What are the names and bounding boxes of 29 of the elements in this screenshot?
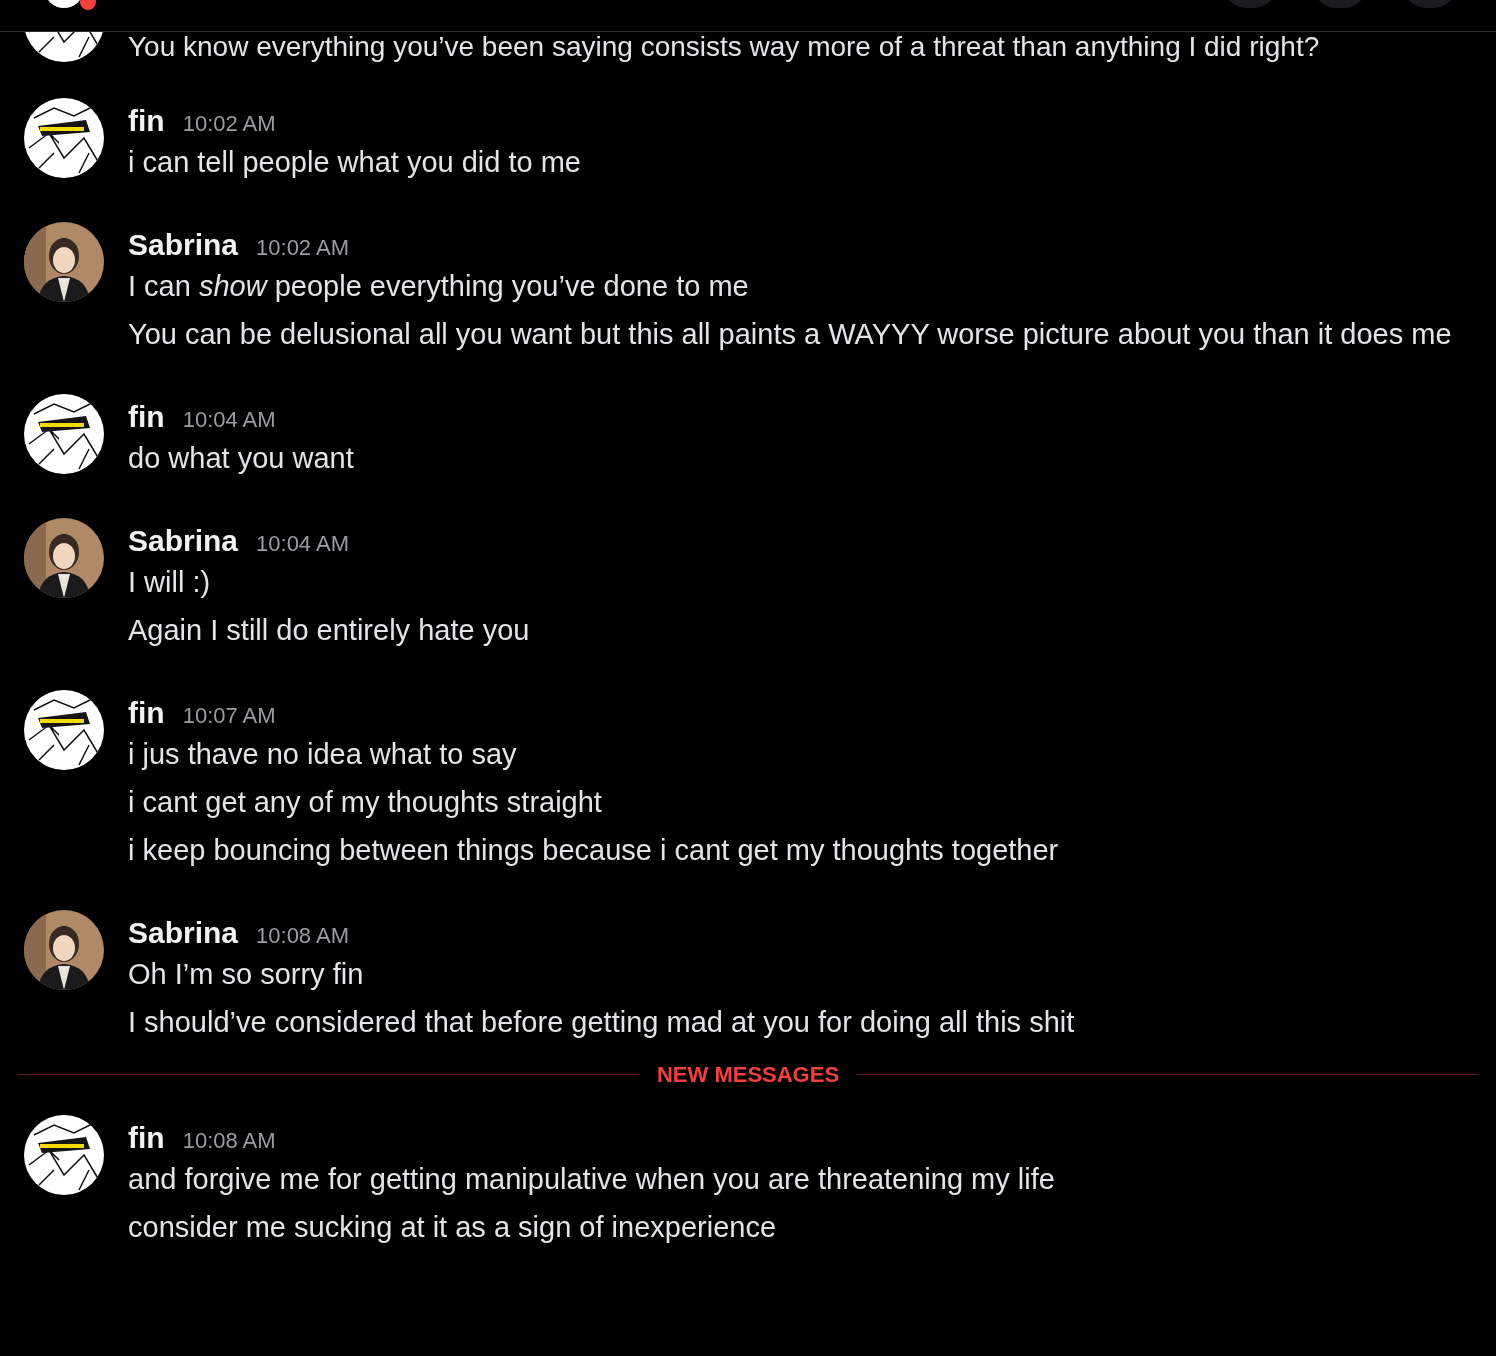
timestamp: 10:08 AM bbox=[182, 1127, 276, 1155]
author-name[interactable]: Sabrina bbox=[128, 910, 239, 955]
timestamp: 10:04 AM bbox=[256, 530, 349, 558]
timestamp: 10:02 AM bbox=[182, 110, 276, 138]
message-text: do what you want bbox=[128, 441, 355, 476]
timestamp: 10:04 AM bbox=[182, 406, 276, 434]
message-text: Oh I’m so sorry fin bbox=[128, 957, 365, 992]
message-text: i keep bouncing between things because i cant get my thoughts together bbox=[128, 833, 1060, 868]
message-text: You know everything you’ve been saying consists way more of a threat than anything I did right? bbox=[128, 32, 1320, 62]
timestamp: 10:07 AM bbox=[182, 702, 276, 730]
new-messages-label: NEW MESSAGES bbox=[655, 1061, 841, 1089]
message-text: Again I still do entirely hate you bbox=[128, 613, 531, 648]
message-text: i cant get any of my thoughts straight bbox=[128, 785, 603, 820]
author-name[interactable]: fin bbox=[128, 98, 165, 143]
message-text: i jus thave no idea what to say bbox=[128, 737, 518, 772]
author-name[interactable]: Sabrina bbox=[128, 518, 239, 563]
timestamp: 10:02 AM bbox=[256, 234, 349, 262]
message-text: i can tell people what you did to me bbox=[128, 145, 582, 180]
author-name[interactable]: fin bbox=[128, 690, 165, 735]
message-text: I will :) bbox=[128, 565, 212, 600]
message-text: I can show people everything you’ve done to me bbox=[128, 269, 750, 304]
timestamp: 10:08 AM bbox=[256, 922, 349, 950]
message-text: You can be delusional all you want but this all paints a WAYYY worse picture about you than it does me bbox=[128, 317, 1453, 352]
message-text: I should’ve considered that before getting mad at you for doing all this shit bbox=[128, 1005, 1076, 1040]
author-name[interactable]: fin bbox=[128, 394, 165, 439]
author-name[interactable]: fin bbox=[128, 1115, 165, 1160]
author-name[interactable]: Sabrina bbox=[128, 222, 239, 267]
message-text: consider me sucking at it as a sign of inexperience bbox=[128, 1210, 777, 1245]
message-text: and forgive me for getting manipulative when you are threatening my life bbox=[128, 1162, 1056, 1197]
